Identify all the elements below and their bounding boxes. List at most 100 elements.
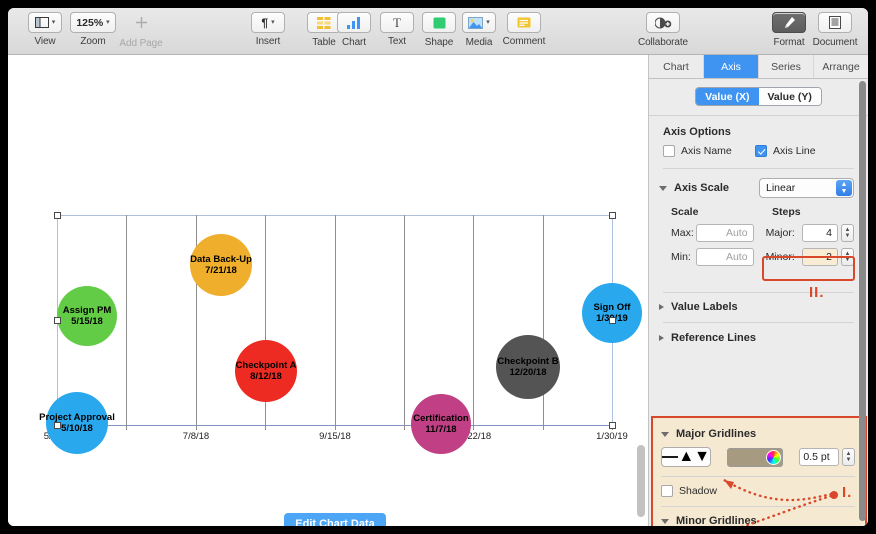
gridline [404, 215, 405, 426]
chart-bubble[interactable]: Assign PM5/15/18 [57, 286, 117, 346]
comment-control[interactable] [507, 12, 541, 33]
view-icon[interactable]: ▾ [28, 12, 62, 33]
selection-handle[interactable] [609, 212, 616, 219]
keynote-window: ▾ View 125% ▾ Zoom Add Page ¶ ▾ [8, 8, 868, 526]
minor-steps-stepper[interactable]: ▲▼ [841, 248, 854, 266]
axis-scale-type-value: Linear [766, 182, 795, 194]
tab-chart[interactable]: Chart [649, 55, 704, 78]
chart-control[interactable] [337, 12, 371, 33]
axis-line-checkbox[interactable] [755, 145, 767, 157]
document-icon [829, 16, 841, 29]
chevron-down-icon: ▾ [52, 19, 56, 26]
color-wheel-icon[interactable] [766, 450, 781, 465]
toolbar-collaborate-button[interactable]: Collaborate [626, 12, 700, 48]
value-labels-section[interactable]: Value Labels [649, 293, 868, 313]
major-steps-input[interactable]: 4 [802, 224, 838, 242]
text-control[interactable]: T [380, 12, 414, 33]
chevron-down-icon: ▾ [271, 19, 275, 26]
disclosure-triangle-icon[interactable] [659, 335, 664, 341]
major-gridline-color-swatch[interactable] [727, 448, 783, 467]
major-gridline-width-stepper[interactable]: ▲▼ [842, 448, 855, 466]
bubble-label: Checkpoint A [236, 360, 297, 371]
selection-handle[interactable] [54, 422, 61, 429]
chart-bubble[interactable]: Checkpoint A8/12/18 [235, 340, 297, 402]
tab-arrange[interactable]: Arrange [814, 55, 868, 78]
selection-handle[interactable] [609, 422, 616, 429]
max-major-row: Max: Auto Major: 4 ▲▼ [659, 224, 854, 242]
min-input[interactable]: Auto [696, 248, 754, 266]
toolbar-document-button[interactable]: Document [806, 12, 864, 48]
reference-lines-title: Reference Lines [671, 332, 756, 344]
max-input[interactable]: Auto [696, 224, 754, 242]
bubble-label: Sign Off [594, 302, 631, 313]
minor-steps-input[interactable]: 2 [802, 248, 838, 266]
minor-gridlines-header[interactable]: Minor Gridlines [651, 507, 867, 526]
toolbar-insert-button[interactable]: ¶ ▾ Insert [239, 12, 297, 47]
axis-tick [196, 426, 197, 430]
toolbar-add-page-label: Add Page [112, 38, 170, 49]
axis-name-checkbox[interactable] [663, 145, 675, 157]
document-control[interactable] [818, 12, 852, 33]
axis-name-checkbox-row[interactable]: Axis Name [663, 145, 755, 157]
axis-scale-title: Axis Scale [674, 182, 729, 194]
segment-value-x[interactable]: Value (X) [696, 88, 758, 105]
chart-bubble[interactable]: Checkpoint B12/20/18 [496, 335, 560, 399]
insert-control[interactable]: ¶ ▾ [251, 12, 285, 33]
major-gridlines-controls: ▲▼ 0.5 pt ▲▼ [651, 440, 867, 467]
toolbar-add-page-button[interactable]: Add Page [112, 12, 170, 49]
tab-axis[interactable]: Axis [704, 55, 759, 78]
chart-bubble[interactable]: Sign Off1/30/19 [582, 283, 642, 343]
paragraph-icon: ¶ [261, 16, 268, 30]
major-gridlines-header[interactable]: Major Gridlines [651, 416, 867, 440]
collaborate-icon [655, 17, 672, 29]
chart-bubble[interactable]: Certification11/7/18 [411, 394, 471, 454]
x-tick-label: 7/8/18 [183, 431, 209, 442]
segment-value-y[interactable]: Value (Y) [759, 88, 821, 105]
zoom-level-value: 125% [76, 17, 103, 29]
annotation-marker-one: I. [842, 484, 852, 501]
format-brush-icon [782, 16, 796, 29]
disclosure-triangle-icon[interactable] [659, 186, 667, 191]
zoom-control[interactable]: 125% ▾ [70, 12, 115, 33]
toolbar-document-label: Document [806, 37, 864, 48]
gridlines-group: Major Gridlines ▲▼ 0.5 pt ▲▼ Shadow [651, 416, 867, 526]
axis-value-segmented-control: Value (X) Value (Y) [649, 79, 868, 116]
sidebar-vertical-scrollbar[interactable] [859, 81, 866, 521]
edit-chart-data-button[interactable]: Edit Chart Data [284, 513, 386, 526]
comment-icon [517, 17, 531, 28]
selection-handle[interactable] [54, 212, 61, 219]
bubble-label: Assign PM [63, 305, 112, 316]
major-gridlines-title: Major Gridlines [676, 428, 756, 440]
disclosure-triangle-icon[interactable] [659, 304, 664, 310]
bubble-label: Checkpoint B [497, 356, 558, 367]
axis-scale-header[interactable]: Axis Scale Linear ▲▼ [659, 178, 854, 198]
axis-line-checkbox-row[interactable]: Axis Line [755, 145, 816, 157]
major-steps-stepper[interactable]: ▲▼ [841, 224, 854, 242]
canvas-vertical-scrollbar[interactable] [637, 445, 645, 517]
axis-tick [265, 426, 266, 430]
axis-line-label: Axis Line [773, 145, 816, 157]
document-canvas[interactable]: Project Approval5/10/18Assign PM5/15/18D… [8, 55, 648, 526]
disclosure-triangle-icon[interactable] [661, 519, 669, 524]
toolbar-insert-label: Insert [239, 36, 297, 47]
selection-handle[interactable] [609, 317, 616, 324]
selection-handle[interactable] [54, 317, 61, 324]
toolbar-comment-button[interactable]: Comment [495, 12, 553, 47]
shadow-row[interactable]: Shadow [651, 477, 867, 497]
media-control[interactable]: ▾ [462, 12, 496, 33]
plus-icon[interactable] [124, 12, 158, 33]
axis-scale-type-select[interactable]: Linear ▲▼ [759, 178, 854, 198]
major-gridline-width-input[interactable]: 0.5 pt [799, 448, 839, 466]
format-control[interactable] [772, 12, 806, 33]
disclosure-triangle-icon[interactable] [661, 432, 669, 437]
collaborate-control[interactable] [646, 12, 680, 33]
chart-bubble[interactable]: Data Back-Up7/21/18 [190, 234, 252, 296]
bubble-date: 11/7/18 [425, 424, 456, 435]
reference-lines-section[interactable]: Reference Lines [649, 323, 868, 344]
shadow-checkbox[interactable] [661, 485, 673, 497]
tab-series[interactable]: Series [759, 55, 814, 78]
shadow-label: Shadow [679, 485, 717, 497]
axis-tick [335, 426, 336, 430]
major-gridline-style-select[interactable]: ▲▼ [661, 447, 711, 467]
bubble-chart[interactable]: Project Approval5/10/18Assign PM5/15/18D… [57, 215, 613, 426]
